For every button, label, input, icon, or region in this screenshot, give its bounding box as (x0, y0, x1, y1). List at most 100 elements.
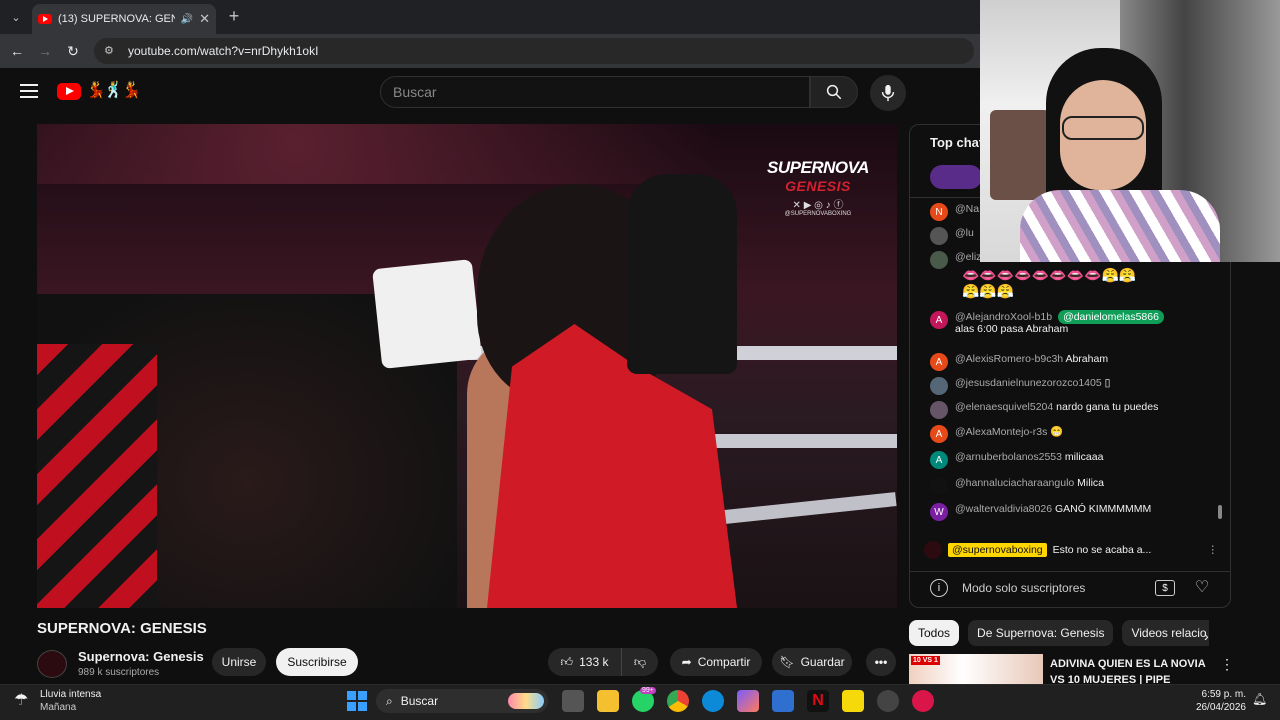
reload-icon[interactable]: ↻ (64, 42, 82, 60)
weather-icon[interactable]: ☂ (14, 690, 28, 710)
share-button[interactable]: ➦ Compartir (670, 648, 762, 676)
channel-avatar[interactable] (37, 650, 67, 678)
video-player[interactable]: SUPERNOVA GENESIS ✕ ▶ ◎ ♪ ⓕ @SUPERNOVABO… (37, 124, 897, 608)
chat-username[interactable]: @jesusdanielnunezorozco1405 (955, 377, 1102, 389)
chrome-icon[interactable] (667, 690, 689, 712)
close-tab-icon[interactable]: ✕ (199, 11, 210, 27)
tab-title: (13) SUPERNOVA: GENESIS (58, 13, 175, 25)
chat-message-body: @lu (955, 227, 974, 239)
save-button[interactable]: 🔖︎ Guardar (772, 648, 852, 676)
background-shelf (990, 110, 1050, 200)
chat-message-body: @waltervaldivia8026 GANÓ KIMMMMMM (955, 503, 1151, 515)
chat-message[interactable]: @hannaluciacharaangulo Milica (930, 477, 1210, 495)
recommendation-title[interactable]: ADIVINA QUIEN ES LA NOVIA VS 10 MUJERES … (1050, 656, 1210, 684)
speaker-icon[interactable]: 🔊 (181, 14, 193, 25)
subscribe-button[interactable]: Suscribirse (276, 648, 358, 676)
red-black-jacket (37, 344, 157, 608)
chat-avatar[interactable] (930, 401, 948, 419)
super-chat-icon[interactable]: $ (1155, 580, 1175, 596)
chat-avatar[interactable]: A (930, 451, 948, 469)
weather-title[interactable]: Lluvia intensa (40, 689, 101, 700)
chat-avatar[interactable]: A (930, 425, 948, 443)
netflix-icon[interactable]: N (807, 690, 829, 712)
search-input[interactable] (393, 84, 809, 100)
voice-search-button[interactable] (870, 75, 906, 111)
taskbar-search[interactable]: ⌕ Buscar (376, 689, 548, 713)
chat-avatar[interactable]: A (930, 311, 948, 329)
chat-username[interactable]: @lu (955, 227, 974, 239)
chat-avatar[interactable] (930, 377, 948, 395)
chip-channel[interactable]: De Supernova: Genesis (968, 620, 1114, 646)
chat-username[interactable]: @arnuberbolanos2553 (955, 451, 1062, 463)
task-view-icon[interactable] (562, 690, 584, 712)
sticky-notes-icon[interactable] (842, 690, 864, 712)
settings-icon[interactable] (877, 690, 899, 712)
like-button[interactable]: 👍︎ 133 k (548, 648, 622, 676)
recommendation-thumbnail[interactable]: 10 VS 1 (909, 654, 1043, 684)
chat-mention[interactable]: @danielomelas5866 (1058, 310, 1164, 324)
chat-avatar[interactable]: N (930, 203, 948, 221)
chat-username[interactable]: @hannaluciacharaangulo (955, 477, 1074, 489)
site-info-icon[interactable]: ⚙ (104, 44, 118, 58)
forward-icon[interactable]: → (36, 42, 54, 60)
new-tab-icon[interactable]: + (224, 6, 244, 27)
clock-time[interactable]: 6:59 p. m. (1196, 689, 1246, 700)
chat-header[interactable]: Top chat (930, 135, 983, 150)
back-icon[interactable]: ← (8, 42, 26, 60)
menu-icon[interactable] (20, 84, 38, 98)
chat-text: nardo gana tu puedes (1056, 401, 1159, 413)
search-highlight-icon (508, 693, 544, 709)
browser-tab[interactable]: (13) SUPERNOVA: GENESIS 🔊 ✕ (32, 4, 216, 34)
tab-search-icon[interactable]: ⌄ (6, 7, 26, 27)
clock-date[interactable]: 26/04/2026 (1186, 702, 1246, 713)
chat-username[interactable]: @AlexaMontejo-r3s (955, 426, 1047, 438)
chat-message[interactable]: A @AlexisRomero-b9c3h Abraham (930, 353, 1210, 371)
youtube-logo-icon[interactable] (57, 83, 81, 100)
chip-all[interactable]: Todos (909, 620, 960, 646)
edge-icon[interactable] (702, 690, 724, 712)
chat-ticker[interactable] (930, 165, 982, 189)
music-app-icon[interactable] (912, 690, 934, 712)
chat-username[interactable]: @waltervaldivia8026 (955, 503, 1052, 515)
chip-related[interactable]: Videos relacio (1122, 620, 1209, 646)
start-icon[interactable] (347, 691, 367, 711)
person-shirt (1020, 190, 1220, 262)
chat-message[interactable]: W @waltervaldivia8026 GANÓ KIMMMMMM (930, 503, 1210, 521)
chat-username[interactable]: @AlexisRomero-b9c3h (955, 353, 1063, 365)
recommendation-menu-icon[interactable]: ⋮ (1220, 656, 1234, 673)
pinned-message[interactable]: @supernovaboxing Esto no se acaba a... ⋮ (924, 537, 1218, 563)
chat-avatar[interactable]: W (930, 503, 948, 521)
chat-username[interactable]: @elenaesquivel5204 (955, 401, 1053, 413)
store-icon[interactable] (772, 690, 794, 712)
chat-message[interactable]: @jesusdanielnunezorozco1405 ▯ (930, 377, 1210, 395)
chat-message[interactable]: A @AlexaMontejo-r3s 😁 (930, 425, 1210, 443)
chat-avatar[interactable] (930, 477, 948, 495)
doodle-icon[interactable]: 💃🕺💃 (86, 80, 142, 100)
thumbnail-badge: 10 VS 1 (911, 656, 940, 665)
chat-avatar[interactable] (930, 227, 948, 245)
more-actions-button[interactable]: ••• (866, 648, 896, 676)
thumbs-down-icon: 👎︎ (633, 654, 647, 669)
heart-icon[interactable]: ♡ (1191, 577, 1213, 599)
search-button[interactable] (810, 76, 858, 108)
chevron-right-icon[interactable]: › (1204, 628, 1209, 644)
dislike-button[interactable]: 👎︎ (622, 648, 658, 676)
chat-avatar[interactable] (930, 251, 948, 269)
chat-username[interactable]: @AlejandroXool-b1b (955, 311, 1052, 323)
chat-message[interactable]: @elenaesquivel5204 nardo gana tu puedes (930, 401, 1210, 419)
kebab-icon[interactable]: ⋮ (1208, 544, 1219, 556)
notification-bell-icon[interactable]: 🔔︎ (1252, 692, 1267, 706)
join-button[interactable]: Unirse (212, 648, 266, 676)
info-icon[interactable]: i (930, 579, 948, 597)
chat-avatar[interactable]: A (930, 353, 948, 371)
copilot-icon[interactable] (737, 690, 759, 712)
chat-message[interactable]: A @AlejandroXool-b1b @danielomelas5866 alas… (930, 310, 1210, 335)
chat-text: 😁 (1050, 426, 1064, 438)
channel-name[interactable]: Supernova: Genesis (78, 649, 204, 664)
file-explorer-icon[interactable] (597, 690, 619, 712)
chat-message[interactable]: A @arnuberbolanos2553 milicaaa (930, 451, 1210, 469)
address-bar[interactable]: ⚙ youtube.com/watch?v=nrDhykh1okI (94, 38, 974, 64)
chat-username[interactable]: @Na (955, 203, 979, 215)
search-box[interactable] (380, 76, 810, 108)
chat-scrollbar[interactable] (1218, 505, 1222, 519)
